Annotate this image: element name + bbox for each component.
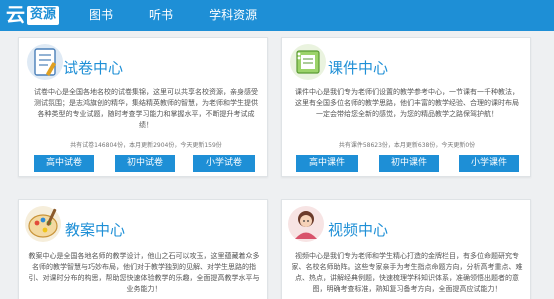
logo-resource-text: 资源 (27, 6, 60, 25)
lesson-plan-center-description: 教案中心是全国各地名师的教学设计，他山之石可以攻玉，这里蕴藏着众多名师的教学智慧… (28, 252, 260, 293)
exam-center-stats: 共有试卷146804份，本月更新2904份，今天更新159份 (70, 142, 222, 149)
exam-center-title[interactable]: 试卷中心 (63, 58, 123, 78)
courseware-center-description: 课件中心是我们专为老师们设置的教学参考中心，一节课有一千种教法，这里有全国多位名… (295, 88, 519, 118)
primary-school-courseware-button[interactable]: 小学课件 (459, 155, 519, 172)
lesson-plan-palette-icon[interactable] (23, 204, 63, 244)
main-nav: 图书 听书 学科资源 (89, 0, 293, 31)
courseware-center-card: 课件中心 课件中心是我们专为老师们设置的教学参考中心，一节课有一千种教法，这里有… (281, 37, 531, 177)
middle-school-exam-button[interactable]: 初中试卷 (115, 155, 175, 172)
lesson-plan-center-card: 教案中心 教案中心是全国各地名师的教学设计，他山之石可以攻玉，这里蕴藏着众多名师… (18, 199, 268, 299)
courseware-notebook-icon[interactable] (288, 42, 328, 82)
middle-school-courseware-button[interactable]: 初中课件 (379, 155, 439, 172)
exam-center-description: 试卷中心是全国各地名校的试卷集锦，这里可以共享名校资源，亲身感受测试氛围；是志鸿… (34, 88, 258, 129)
exam-center-card: 试卷中心 试卷中心是全国各地名校的试卷集锦，这里可以共享名校资源，亲身感受测试氛… (18, 37, 268, 177)
courseware-center-title[interactable]: 课件中心 (328, 58, 388, 78)
nav-audiobooks[interactable]: 听书 (149, 0, 173, 31)
exam-paper-icon[interactable] (25, 42, 65, 82)
video-center-description: 视频中心是我们专为老师和学生精心打造的金牌栏目，有多位命题研究专家、名校名师助阵… (291, 252, 523, 293)
video-center-card: 视频中心 视频中心是我们专为老师和学生精心打造的金牌栏目，有多位命题研究专家、名… (281, 199, 531, 299)
primary-school-exam-button[interactable]: 小学试卷 (193, 155, 255, 172)
logo-cloud-text: 云 (6, 4, 26, 26)
high-school-courseware-button[interactable]: 高中课件 (296, 155, 358, 172)
top-nav-bar: 云 资源 图书 听书 学科资源 (0, 0, 554, 31)
high-school-exam-button[interactable]: 高中试卷 (34, 155, 94, 172)
nav-subject-resources[interactable]: 学科资源 (209, 0, 257, 31)
lesson-plan-center-title[interactable]: 教案中心 (65, 220, 125, 240)
site-logo[interactable]: 云 资源 (6, 0, 60, 31)
video-teacher-icon[interactable] (286, 204, 326, 244)
courseware-center-stats: 共有课件58623份，本月更新638份，今天更新0份 (338, 142, 476, 149)
nav-books[interactable]: 图书 (89, 0, 113, 31)
video-center-title[interactable]: 视频中心 (328, 220, 388, 240)
